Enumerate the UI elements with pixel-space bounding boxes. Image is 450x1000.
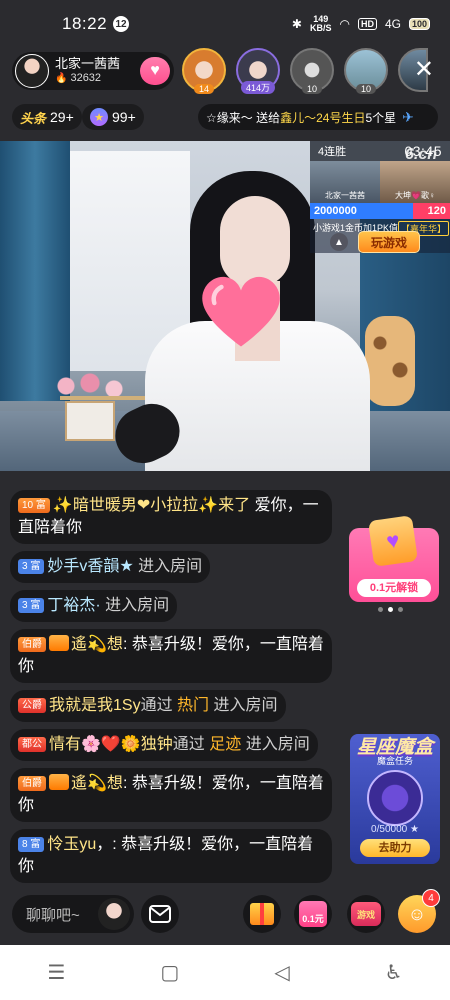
pk-score-bar: 2000000 120 [310,203,450,219]
star-rank-chip[interactable]: ★ 99+ [82,104,144,130]
game-button[interactable]: 游戏 [347,895,385,933]
zodiac-disc-icon [367,770,423,826]
ticket-icon: ♥ [368,515,418,567]
chat-message[interactable]: 伯爵 遙💫想: 恭喜升级！爱你，一直陪着你 [10,629,332,683]
system-nav-bar: ☰ ▢ ◁ ♿ [0,945,450,1000]
bluetooth-icon: ✱ [291,17,302,31]
host-card[interactable]: 北家一茜茜 🔥 32632 ♥ [12,52,174,90]
close-icon[interactable]: ✕ [414,58,434,82]
chat-message[interactable]: 都公 情有🌸❤️🌼独钟通过 足迹 进入房间 [10,729,318,761]
message-button[interactable] [141,895,179,933]
viewer-list: 14 414万 10 10 [182,48,428,94]
star-count: 99+ [112,109,136,125]
chat-input[interactable]: 聊聊吧~ [12,895,134,933]
chat-message[interactable]: 3 富妙手v香韻★ 进入房间 [10,551,211,583]
mail-icon [149,905,171,923]
hd-icon: HD [357,18,377,30]
boost-button[interactable]: 去助力 [360,839,430,857]
hot-count: 29+ [50,109,74,125]
pk-streak: 4连胜 [318,146,347,158]
viewer-avatar[interactable]: 414万 [236,48,280,94]
site-watermark: 6.cn [405,146,438,163]
pk-right-player[interactable]: 大坤💗歌♀ [380,161,450,203]
coupon-button[interactable]: 0.1元 [294,895,332,933]
paper-plane-icon: ✈ [402,108,414,125]
chat-message[interactable]: 伯爵 遙💫想: 恭喜升级！爱你，一直陪着你 [10,768,332,822]
status-icons: ✱ 149 KB/S ◠ HD 4G 100 [292,15,430,33]
viewer-avatar[interactable]: 14 [182,48,226,94]
pk-left-player[interactable]: 北家一茜茜 [310,161,380,203]
viewer-avatar[interactable]: 10 [344,48,388,94]
more-button[interactable]: ☺ 4 [398,889,440,933]
notification-badge: 4 [422,889,440,907]
viewer-avatar[interactable]: 10 [290,48,334,94]
game-icon: 游戏 [351,902,381,926]
gift-icon [250,903,274,925]
chat-list: 10 富 ✨暗世暖男❤小拉拉✨来了 爱你，一直陪着你 3 富妙手v香韻★ 进入房间… [10,490,332,890]
giraffe-toy [365,316,415,406]
follow-heart-button[interactable]: ♥ [140,57,170,85]
heart-sticker-icon [202,276,280,347]
status-bar: 18:22 12 ✱ 149 KB/S ◠ HD 4G 100 [0,0,450,48]
carousel-dots [378,607,403,612]
back-icon[interactable]: ◁ [274,960,289,985]
chevron-up-icon[interactable]: ▲ [330,233,348,251]
chat-message[interactable]: 3 富丁裕杰· 进入房间 [10,590,178,622]
heart-icon: ♥ [150,62,160,79]
notification-count-badge: 12 [113,16,130,32]
host-avatar[interactable] [15,54,49,88]
host-name: 北家一茜茜 [55,56,121,71]
gift-marquee[interactable]: ☆缘来～ 送给 鑫儿～24号生日 5个星 ✈ [198,104,438,130]
status-time: 18:22 [62,14,108,33]
smile-icon: ☺ [407,903,427,924]
zodiac-box-card[interactable]: 星座魔盒 魔盒任务 0/50000 ★ 去助力 [350,734,440,864]
unlock-promo-card[interactable]: ♥ 0.1元解锁 [349,515,439,602]
host-fans: 🔥 32632 [55,72,102,84]
star-icon: ★ [90,108,108,126]
battery-icon: 100 [408,18,430,30]
fire-icon: 🔥 [55,73,68,84]
coupon-icon: 0.1元 [299,901,327,927]
avatar[interactable] [98,898,130,930]
headline-logo: 头条 [20,110,47,126]
gift-button[interactable] [243,895,281,933]
accessibility-icon[interactable]: ♿ [385,960,403,985]
menu-icon[interactable]: ☰ [47,960,65,985]
chat-message[interactable]: 8 富怜玉yu，: 恭喜升级！爱你，一直陪着你 [10,829,332,883]
home-icon[interactable]: ▢ [160,960,179,985]
play-game-button[interactable]: 玩游戏 [358,231,420,253]
network-speed: 149 KB/S [309,14,332,33]
hot-rank-chip[interactable]: 头条 29+ [12,104,82,130]
signal-icon: 4G [384,17,401,31]
chat-message[interactable]: 10 富 ✨暗世暖男❤小拉拉✨来了 爱你，一直陪着你 [10,490,332,544]
chat-message[interactable]: 公爵 我就是我1Sy通过 热门 进入房间 [10,690,286,722]
host-info: 北家一茜茜 🔥 32632 [55,56,120,86]
wifi-icon: ◠ [339,17,350,31]
